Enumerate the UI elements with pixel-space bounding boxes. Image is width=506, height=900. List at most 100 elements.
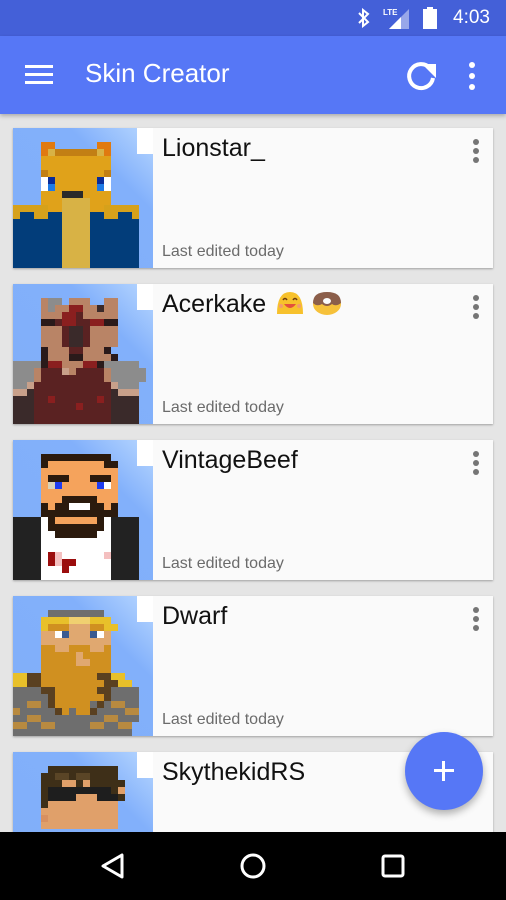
skin-pixel [90, 340, 97, 347]
skin-menu-button[interactable] [465, 448, 487, 478]
add-skin-button[interactable] [405, 732, 483, 810]
back-button[interactable] [91, 846, 135, 886]
skin-pixel [55, 205, 62, 212]
skin-pixel [20, 254, 27, 261]
skin-pixel [34, 517, 41, 524]
skin-pixel [20, 375, 27, 382]
skin-card[interactable]: Lionstar_ Last edited today [13, 128, 493, 268]
recents-button[interactable] [371, 846, 415, 886]
skin-pixel [83, 382, 90, 389]
skin-pixel [76, 454, 83, 461]
skin-card[interactable]: Dwarf Last edited today [13, 596, 493, 736]
skin-pixel [41, 184, 48, 191]
skin-pixel [111, 545, 118, 552]
skin-pixel [111, 219, 118, 226]
skin-pixel [97, 510, 104, 517]
skin-pixel [69, 347, 76, 354]
refresh-button[interactable] [402, 57, 440, 95]
skin-pixel [111, 233, 118, 240]
skin-pixel [104, 687, 111, 694]
skin-pixel [97, 326, 104, 333]
skin-pixel [62, 212, 69, 219]
skin-pixel [34, 226, 41, 233]
skin-pixel [48, 652, 55, 659]
skin-pixel [27, 254, 34, 261]
skin-pixel [90, 545, 97, 552]
skin-pixel [69, 261, 76, 268]
skin-pixel [104, 638, 111, 645]
skin-pixel [97, 375, 104, 382]
skin-pixel [55, 715, 62, 722]
skin-pixel [111, 326, 118, 333]
bluetooth-icon [358, 8, 370, 28]
skin-pixel [20, 233, 27, 240]
skin-pixel [83, 461, 90, 468]
skin-pixel [97, 815, 104, 822]
skin-pixel [97, 645, 104, 652]
skin-pixel [97, 631, 104, 638]
skin-pixel [34, 687, 41, 694]
skin-pixel [132, 254, 139, 261]
skin-pixel [90, 496, 97, 503]
skin-pixel [48, 624, 55, 631]
skin-pixel [83, 808, 90, 815]
skin-pixel [55, 815, 62, 822]
skin-pixel [97, 354, 104, 361]
skin-list[interactable]: Lionstar_ Last edited today Acerkake Las… [0, 114, 506, 832]
skin-card[interactable]: VintageBeef Last edited today [13, 440, 493, 580]
skin-menu-button[interactable] [465, 604, 487, 634]
skin-pixel [104, 475, 111, 482]
skin-card[interactable]: Acerkake Last edited today [13, 284, 493, 424]
app-title: Skin Creator [85, 58, 230, 88]
skin-pixel [41, 163, 48, 170]
skin-pixel [104, 496, 111, 503]
skin-pixel [69, 559, 76, 566]
skin-pixel [76, 149, 83, 156]
skin-pixel [20, 687, 27, 694]
skin-pixel [34, 552, 41, 559]
skin-pixel [48, 687, 55, 694]
skin-pixel [55, 340, 62, 347]
skin-pixel [125, 417, 132, 424]
overflow-menu-button[interactable] [460, 57, 484, 95]
skin-pixel [62, 312, 69, 319]
skin-pixel [76, 801, 83, 808]
skin-pixel [41, 396, 48, 403]
skin-pixel [104, 503, 111, 510]
skin-pixel [104, 149, 111, 156]
skin-pixel [111, 538, 118, 545]
skin-pixel [41, 617, 48, 624]
skin-pixel [55, 573, 62, 580]
skin-pixel [83, 261, 90, 268]
skin-pixel [125, 680, 132, 687]
skin-menu-button[interactable] [465, 136, 487, 166]
skin-pixel [90, 659, 97, 666]
skin-pixel [48, 787, 55, 794]
skin-pixel [62, 617, 69, 624]
skin-pixel [55, 794, 62, 801]
skin-pixel [90, 382, 97, 389]
skin-pixel [34, 382, 41, 389]
skin-pixel [111, 496, 118, 503]
skin-pixel [97, 226, 104, 233]
skin-pixel [132, 212, 139, 219]
skin-pixel [69, 149, 76, 156]
skin-pixel [48, 191, 55, 198]
skin-pixel [118, 531, 125, 538]
skin-pixel [27, 524, 34, 531]
skin-pixel [20, 729, 27, 736]
skin-pixel [13, 261, 20, 268]
skin-pixel [41, 652, 48, 659]
skin-pixel [90, 417, 97, 424]
skin-pixel [69, 552, 76, 559]
doughnut-emoji [312, 290, 342, 316]
skin-pixel [13, 694, 20, 701]
skin-pixel [41, 156, 48, 163]
home-button[interactable] [231, 846, 275, 886]
skin-pixel [104, 482, 111, 489]
skin-pixel [111, 701, 118, 708]
menu-button[interactable] [22, 60, 56, 90]
skin-menu-button[interactable] [465, 292, 487, 322]
skin-pixel [76, 156, 83, 163]
skin-pixel [83, 396, 90, 403]
